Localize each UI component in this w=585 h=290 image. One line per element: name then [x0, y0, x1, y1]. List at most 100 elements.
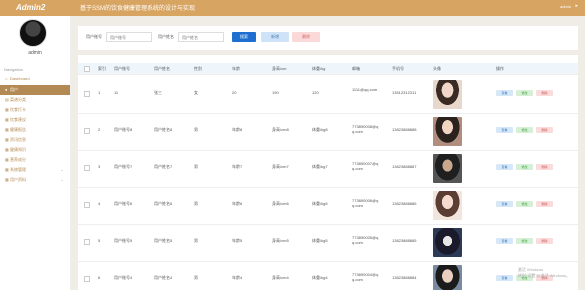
cell-idx: 1: [98, 90, 101, 95]
col-index-header: 索引: [98, 66, 106, 71]
table-row[interactable]: 6 用户账号4 用户姓名4 男 年龄4 身高/cm4 体重/kg4 773890004@q q…: [78, 261, 578, 290]
sidebar-item[interactable]: ▦资讯信息: [0, 135, 70, 145]
sidebar-item[interactable]: ▦营养成分: [0, 155, 70, 165]
row-checkbox[interactable]: [84, 128, 90, 134]
view-button[interactable]: 查看: [496, 90, 513, 96]
cell-weight: 体重/kg7: [312, 164, 328, 169]
sidebar-item[interactable]: ▤菜谱分类: [0, 95, 70, 105]
view-button[interactable]: 查看: [496, 164, 513, 170]
row-checkbox[interactable]: [84, 165, 90, 171]
delete-button[interactable]: 删除: [536, 164, 553, 170]
cell-gender: 男: [194, 201, 198, 206]
delete-button[interactable]: 删除: [536, 127, 553, 133]
sidebar-item[interactable]: ▦饮食建议: [0, 115, 70, 125]
view-button[interactable]: 查看: [496, 201, 513, 207]
batch-delete-button[interactable]: 删除: [292, 32, 320, 42]
row-checkbox[interactable]: [84, 276, 90, 282]
table-row[interactable]: 3 用户账号7 用户姓名7 男 年龄7 身高/cm7 体重/kg7 773890007@q q…: [78, 150, 578, 188]
user-table: 索引 用户账号 用户姓名 性别 年龄 身高/cm 体重/kg 邮箱 手机号 头像 操作 1 11 张三女 2…: [78, 55, 578, 290]
system-title: 基于SSM的饮食健康管理系统的设计与实现: [80, 6, 196, 12]
avatar[interactable]: [433, 80, 462, 109]
sidebar-item[interactable]: ⌂ Dashboard: [0, 74, 70, 85]
row-checkbox[interactable]: [84, 202, 90, 208]
cell-weight: 体重/kg6: [312, 201, 328, 206]
sidebar-username: admin: [28, 50, 42, 56]
cell-gender: 男: [194, 127, 198, 132]
sidebar-item[interactable]: ▦系统管理 ⌄: [0, 165, 70, 175]
edit-button[interactable]: 修改: [516, 127, 533, 133]
col-name-header: 用户姓名: [154, 66, 170, 71]
sidebar-item-label: 健康报告: [10, 127, 26, 132]
view-button[interactable]: 查看: [496, 275, 513, 281]
sidebar-item[interactable]: ▦用户资料 ⌄: [0, 175, 70, 185]
cell-account: 用户账号6: [114, 201, 133, 206]
add-button[interactable]: 新增: [261, 32, 289, 42]
select-all-checkbox[interactable]: [84, 66, 90, 72]
search-panel: 用户账号 用户姓名 搜索 新增 删除: [78, 26, 578, 50]
avatar[interactable]: [433, 228, 462, 257]
sidebar-item-label: 菜谱分类: [10, 97, 26, 102]
cell-age: 年龄8: [232, 127, 243, 132]
user-avatar[interactable]: [19, 19, 47, 47]
table-row[interactable]: 5 用户账号5 用户姓名5 男 年龄5 身高/cm5 体重/kg5 773890005@q q…: [78, 224, 578, 262]
name-search-input[interactable]: [178, 32, 224, 42]
cell-account: 用户账号5: [114, 238, 133, 243]
cell-email: 1111@qq.com: [352, 87, 378, 92]
sidebar-item[interactable]: ▦健康知识: [0, 145, 70, 155]
col-avatar-header: 头像: [433, 66, 441, 71]
cell-weight: 体重/kg8: [312, 127, 328, 132]
edit-button[interactable]: 修改: [516, 90, 533, 96]
avatar[interactable]: [433, 265, 462, 290]
search-button[interactable]: 搜索: [232, 32, 256, 42]
brand-logo[interactable]: Admin2: [0, 0, 70, 16]
cell-height: 身高/cm6: [272, 201, 289, 206]
account-search-input[interactable]: [106, 32, 152, 42]
sidebar-item-label: 健康知识: [10, 147, 26, 152]
cell-gender: 男: [194, 164, 198, 169]
delete-button[interactable]: 删除: [536, 201, 553, 207]
table-row[interactable]: 2 用户账号8 用户姓名8 男 年龄8 身高/cm8 体重/kg8 773890008@q q…: [78, 113, 578, 151]
row-checkbox[interactable]: [84, 91, 90, 97]
top-bar: 基于SSM的饮食健康管理系统的设计与实现 admin ▸: [70, 0, 585, 16]
cell-phone: 13512312311: [392, 90, 417, 95]
col-email-header: 邮箱: [352, 66, 360, 71]
edit-button[interactable]: 修改: [516, 238, 533, 244]
windows-activation-watermark: 激活 Windows 转到"设置"以激活 Windows。: [517, 267, 570, 278]
grid-icon: ▦: [5, 107, 9, 112]
avatar[interactable]: [433, 154, 462, 183]
table-header-row: 索引 用户账号 用户姓名 性别 年龄 身高/cm 体重/kg 邮箱 手机号 头像 操作: [78, 63, 578, 75]
edit-button[interactable]: 修改: [516, 164, 533, 170]
cell-idx: 6: [98, 275, 101, 280]
header-username[interactable]: admin: [560, 4, 571, 9]
sidebar-item[interactable]: ▦饮食打卡: [0, 105, 70, 115]
cell-phone: 13823888885: [392, 238, 417, 243]
avatar[interactable]: [433, 191, 462, 220]
sidebar-item-label: 营养成分: [10, 157, 26, 162]
view-button[interactable]: 查看: [496, 238, 513, 244]
delete-button[interactable]: 删除: [536, 238, 553, 244]
edit-button[interactable]: 修改: [516, 201, 533, 207]
nav-section-label: Navigation: [4, 67, 23, 72]
delete-button[interactable]: 删除: [536, 90, 553, 96]
sidebar-item-label: 饮食打卡: [10, 107, 26, 112]
view-button[interactable]: 查看: [496, 127, 513, 133]
sidebar-item-label: 资讯信息: [10, 137, 26, 142]
sidebar-item[interactable]: ● 用户: [0, 85, 70, 95]
row-checkbox[interactable]: [84, 239, 90, 245]
col-gender-header: 性别: [194, 66, 202, 71]
cell-idx: 4: [98, 201, 101, 206]
sidebar-nav: ⌂ Dashboard ● 用户 ▤菜谱分类 ▦饮食打卡 ▦饮食建议 ▦健康报告 ▦资讯信息 ▦健…: [0, 74, 70, 185]
table-row[interactable]: 1 11 张三女 20 190 120 1111@qq.com 13512312311 查看 修改…: [78, 76, 578, 114]
cell-email: 773890004@q q.com: [352, 272, 379, 282]
user-icon: ●: [5, 87, 8, 92]
avatar[interactable]: [433, 117, 462, 146]
table-row[interactable]: 4 用户账号6 用户姓名6 男 年龄6 身高/cm6 体重/kg6 773890006@q q…: [78, 187, 578, 225]
cell-age: 年龄4: [232, 275, 243, 280]
sidebar-item[interactable]: ▦健康报告: [0, 125, 70, 135]
sidebar-item-label: 饮食建议: [10, 117, 26, 122]
cell-height: 身高/cm8: [272, 127, 289, 132]
sidebar-item-label: 用户: [10, 87, 18, 92]
user-menu-arrow-icon[interactable]: ▸: [575, 3, 578, 9]
cell-name: 张三: [154, 90, 162, 95]
home-icon: ⌂: [5, 76, 8, 81]
